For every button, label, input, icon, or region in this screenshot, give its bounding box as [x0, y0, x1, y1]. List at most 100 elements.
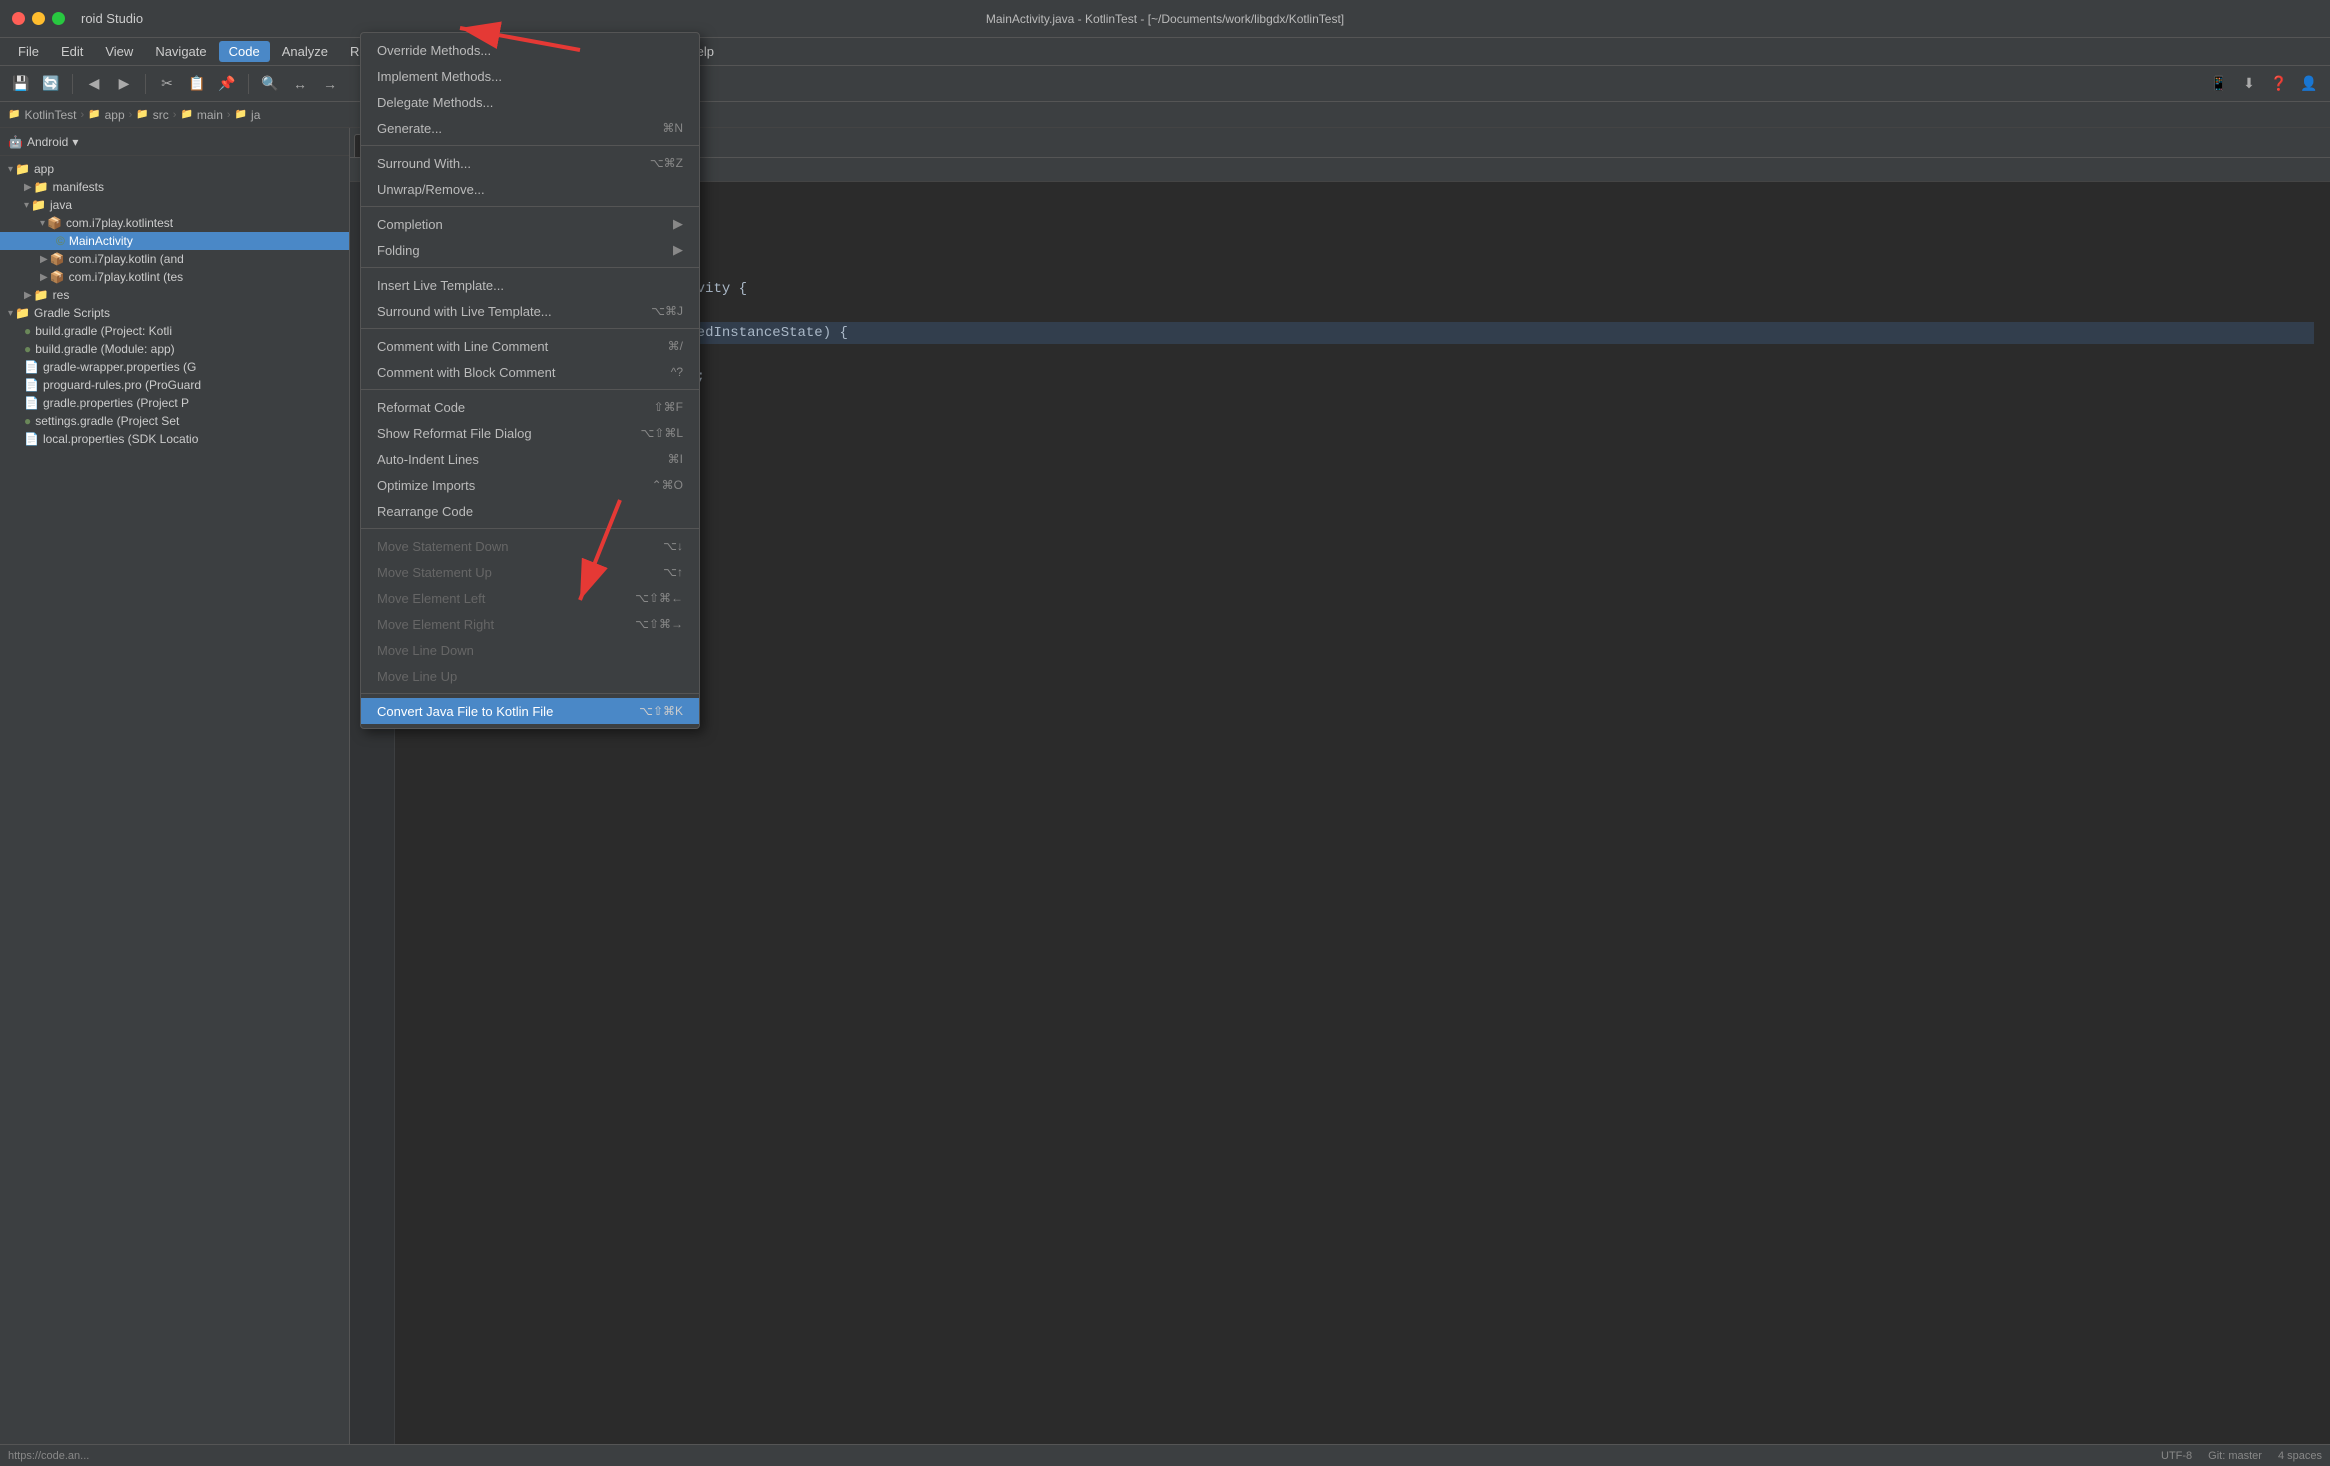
shortcut-surround-live: ⌥⌘J — [651, 304, 683, 318]
shortcut-show-reformat: ⌥⇧⌘L — [640, 426, 683, 440]
toolbar: 💾 🔄 ◀ ▶ ✂ 📋 📌 🔍 ↔ → 📱 ⬇ ❓ 👤 — [0, 66, 2330, 102]
tree-item-mainactivity[interactable]: © MainActivity — [0, 232, 349, 250]
folder-icon-java: 📁 — [31, 198, 46, 212]
menu-label-convert-kotlin: Convert Java File to Kotlin File — [377, 704, 623, 719]
menu-entry-auto-indent[interactable]: Auto-Indent Lines ⌘I — [361, 446, 699, 472]
menu-analyze[interactable]: Analyze — [272, 41, 338, 62]
menu-entry-comment-line[interactable]: Comment with Line Comment ⌘/ — [361, 333, 699, 359]
toolbar-replace-btn[interactable]: ↔ — [287, 71, 313, 97]
tree-arrow-res: ▶ — [24, 290, 32, 301]
breadcrumb-ja[interactable]: 📁 ja — [235, 108, 261, 122]
menu-label-comment-line: Comment with Line Comment — [377, 339, 652, 354]
breadcrumb-sep-2: › — [129, 109, 133, 121]
toolbar-navigate-btn[interactable]: → — [317, 71, 343, 97]
toolbar-cut-btn[interactable]: ✂ — [154, 71, 180, 97]
menu-label-optimize: Optimize Imports — [377, 478, 636, 493]
menu-entry-unwrap[interactable]: Unwrap/Remove... — [361, 176, 699, 202]
tree-item-gradle-wrapper[interactable]: 📄 gradle-wrapper.properties (G — [0, 358, 349, 376]
tree-item-build-gradle-proj[interactable]: ● build.gradle (Project: Kotli — [0, 322, 349, 340]
menu-entry-surround[interactable]: Surround With... ⌥⌘Z — [361, 150, 699, 176]
tree-item-settings-gradle[interactable]: ● settings.gradle (Project Set — [0, 412, 349, 430]
tree-arrow-pkg-and: ▶ — [40, 254, 48, 265]
menu-view[interactable]: View — [95, 41, 143, 62]
menu-entry-completion[interactable]: Completion ▶ — [361, 211, 699, 237]
shortcut-optimize: ⌃⌘O — [652, 478, 683, 492]
dropdown-menu-panel: Override Methods... Implement Methods...… — [360, 32, 700, 729]
tree-label-gradle-props: gradle.properties (Project P — [43, 396, 189, 410]
shortcut-convert-kotlin: ⌥⇧⌘K — [639, 704, 683, 718]
menu-entry-reformat[interactable]: Reformat Code ⇧⌘F — [361, 394, 699, 420]
toolbar-paste-btn[interactable]: 📌 — [214, 71, 240, 97]
toolbar-help-btn[interactable]: ❓ — [2266, 71, 2292, 97]
menu-label-folding: Folding — [377, 243, 665, 258]
file-icon-gradle-props: 📄 — [24, 396, 39, 410]
tree-item-gradle-scripts[interactable]: ▾ 📁 Gradle Scripts — [0, 304, 349, 322]
toolbar-back-btn[interactable]: ◀ — [81, 71, 107, 97]
breadcrumb-kotlintest[interactable]: 📁 KotlinTest — [8, 108, 76, 122]
breadcrumb-sep-3: › — [173, 109, 177, 121]
menu-entry-implement[interactable]: Implement Methods... — [361, 63, 699, 89]
toolbar-copy-btn[interactable]: 📋 — [184, 71, 210, 97]
tree-item-package-tes[interactable]: ▶ 📦 com.i7play.kotlint (tes — [0, 268, 349, 286]
toolbar-profile-btn[interactable]: 👤 — [2296, 71, 2322, 97]
android-icon: 🤖 — [8, 135, 23, 149]
tree-item-manifests[interactable]: ▶ 📁 manifests — [0, 178, 349, 196]
menu-entry-generate[interactable]: Generate... ⌘N — [361, 115, 699, 141]
menu-label-move-elem-right: Move Element Right — [377, 617, 619, 632]
menu-entry-insert-live[interactable]: Insert Live Template... — [361, 272, 699, 298]
toolbar-save-btn[interactable]: 💾 — [8, 71, 34, 97]
tree-item-package[interactable]: ▾ 📦 com.i7play.kotlintest — [0, 214, 349, 232]
android-dropdown[interactable]: 🤖 Android ▾ — [8, 135, 78, 149]
menu-entry-delegate[interactable]: Delegate Methods... — [361, 89, 699, 115]
menu-entry-folding[interactable]: Folding ▶ — [361, 237, 699, 263]
toolbar-forward-btn[interactable]: ▶ — [111, 71, 137, 97]
menu-label-completion: Completion — [377, 217, 665, 232]
menu-navigate[interactable]: Navigate — [145, 41, 216, 62]
android-label: Android — [27, 135, 68, 149]
toolbar-avd-btn[interactable]: ⬇ — [2236, 71, 2262, 97]
menu-edit[interactable]: Edit — [51, 41, 93, 62]
tree-item-local-props[interactable]: 📄 local.properties (SDK Locatio — [0, 430, 349, 448]
menu-entry-comment-block[interactable]: Comment with Block Comment ^? — [361, 359, 699, 385]
menu-entry-surround-live[interactable]: Surround with Live Template... ⌥⌘J — [361, 298, 699, 324]
breadcrumb-src[interactable]: 📁 src — [136, 108, 168, 122]
close-button[interactable] — [12, 12, 25, 25]
toolbar-sep-3 — [248, 74, 249, 94]
class-icon-mainactivity: © — [56, 234, 65, 248]
tree-item-res[interactable]: ▶ 📁 res — [0, 286, 349, 304]
menu-entry-convert-kotlin[interactable]: Convert Java File to Kotlin File ⌥⇧⌘K — [361, 698, 699, 724]
minimize-button[interactable] — [32, 12, 45, 25]
tree-view: ▾ 📁 app ▶ 📁 manifests ▾ 📁 java ▾ 📦 com.i… — [0, 156, 349, 1466]
toolbar-search-btn[interactable]: 🔍 — [257, 71, 283, 97]
tree-item-build-gradle-app[interactable]: ● build.gradle (Module: app) — [0, 340, 349, 358]
menu-entry-override[interactable]: Override Methods... — [361, 37, 699, 63]
menu-sep-4 — [361, 328, 699, 329]
menu-label-override: Override Methods... — [377, 43, 683, 58]
tree-item-package-and[interactable]: ▶ 📦 com.i7play.kotlin (and — [0, 250, 349, 268]
tree-item-java[interactable]: ▾ 📁 java — [0, 196, 349, 214]
status-url: https://code.an... — [8, 1450, 89, 1462]
folder-icon-manifests: 📁 — [34, 180, 49, 194]
maximize-button[interactable] — [52, 12, 65, 25]
breadcrumb-main-icon: 📁 — [180, 109, 192, 120]
title-bar: roid Studio MainActivity.java - KotlinTe… — [0, 0, 2330, 38]
tree-item-app[interactable]: ▾ 📁 app — [0, 160, 349, 178]
menu-entry-optimize[interactable]: Optimize Imports ⌃⌘O — [361, 472, 699, 498]
tree-label-pkg-and: com.i7play.kotlin (and — [69, 252, 184, 266]
breadcrumb-app[interactable]: 📁 app — [88, 108, 124, 122]
menu-entry-rearrange[interactable]: Rearrange Code — [361, 498, 699, 524]
shortcut-generate: ⌘N — [662, 121, 683, 135]
menu-entry-move-line-up: Move Line Up — [361, 663, 699, 689]
toolbar-sdk-btn[interactable]: 📱 — [2206, 71, 2232, 97]
tree-label-manifests: manifests — [53, 180, 104, 194]
tree-item-proguard[interactable]: 📄 proguard-rules.pro (ProGuard — [0, 376, 349, 394]
toolbar-sync-btn[interactable]: 🔄 — [38, 71, 64, 97]
shortcut-move-elem-right: ⌥⇧⌘→ — [635, 617, 683, 631]
tree-label-mainactivity: MainActivity — [69, 234, 133, 248]
breadcrumb-main[interactable]: 📁 main — [180, 108, 222, 122]
menu-code[interactable]: Code — [219, 41, 270, 62]
window-title: MainActivity.java - KotlinTest - [~/Docu… — [986, 12, 1344, 26]
menu-file[interactable]: File — [8, 41, 49, 62]
tree-item-gradle-props[interactable]: 📄 gradle.properties (Project P — [0, 394, 349, 412]
menu-entry-show-reformat[interactable]: Show Reformat File Dialog ⌥⇧⌘L — [361, 420, 699, 446]
